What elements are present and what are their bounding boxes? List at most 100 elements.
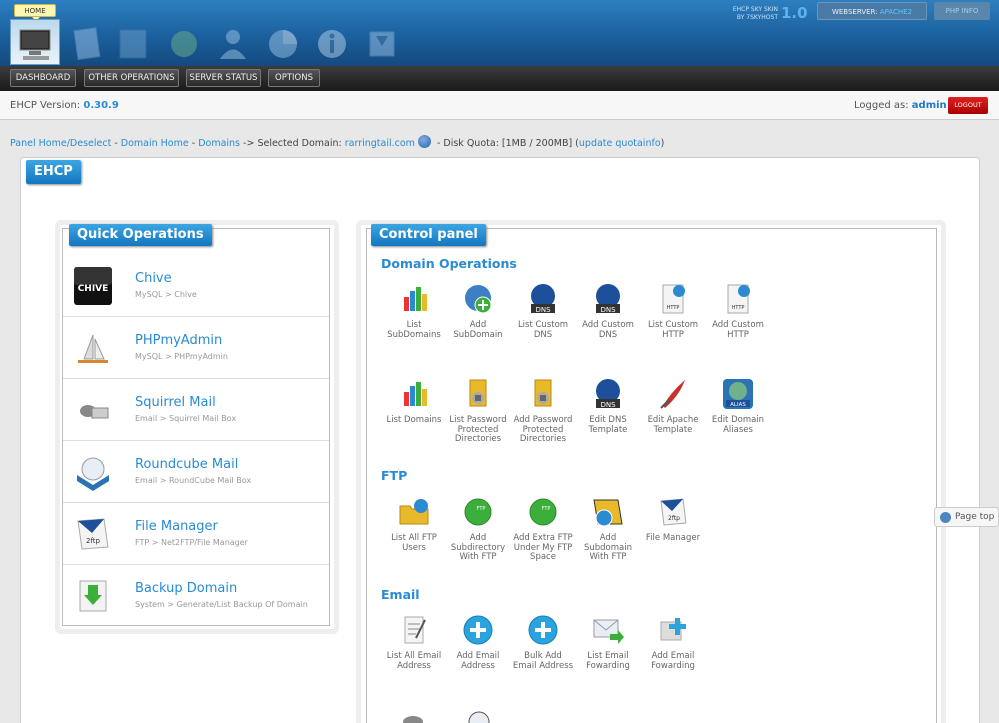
php-info-button[interactable]: PHP INFO <box>934 2 990 20</box>
info-bar: EHCP Version: 0.30.9 Logged as: admin LO… <box>0 91 999 120</box>
add-forward-icon <box>657 614 689 646</box>
backup-icon <box>74 577 112 615</box>
server-icon[interactable] <box>116 26 152 62</box>
svg-text:DNS: DNS <box>600 401 616 409</box>
nav-server-status[interactable]: SERVER STATUS <box>186 69 261 87</box>
logout-button[interactable]: LOGOUT <box>948 97 988 114</box>
home-tab-label[interactable]: HOME <box>14 4 56 21</box>
dns-icon: DNS <box>527 283 559 315</box>
op-list-custom-dns[interactable]: DNS List Custom DNS <box>510 283 576 340</box>
quick-op-phpmyadmin[interactable]: PHPmyAdmin MySQL > PHPmyAdmin <box>63 317 329 379</box>
svg-text:DNS: DNS <box>535 306 551 314</box>
ftp-heading: FTP <box>381 468 408 483</box>
feather-icon <box>657 378 689 410</box>
email-heading: Email <box>381 587 420 602</box>
op-list-subdomains[interactable]: List SubDomains <box>381 283 447 340</box>
svg-text:FTP: FTP <box>542 506 551 512</box>
op-edit-domain-aliases[interactable]: ALIAS Edit Domain Aliases <box>705 378 771 435</box>
skin-version: 1.0 <box>781 4 808 22</box>
arrow-up-icon <box>940 512 951 523</box>
svg-text:HTTP: HTTP <box>732 305 745 311</box>
op-list-email-forwarding[interactable]: List Email Fowarding <box>575 614 641 671</box>
monitor-icon[interactable] <box>10 19 60 65</box>
ftp-icon: FTP <box>527 496 559 528</box>
lock-folder-icon <box>527 378 559 410</box>
op-add-custom-dns[interactable]: DNS Add Custom DNS <box>575 283 641 340</box>
partial-icon[interactable] <box>398 710 428 723</box>
op-ftp-file-manager[interactable]: 2ftp File Manager <box>640 496 706 544</box>
breadcrumb: Panel Home/Deselect - Domain Home - Doma… <box>10 135 664 149</box>
quick-op-backup-domain[interactable]: Backup Domain System > Generate/List Bac… <box>63 565 329 627</box>
op-add-extra-ftp[interactable]: FTP Add Extra FTP Under My FTP Space <box>510 496 576 563</box>
skin-brand: EHCP SKY SKIN BY 7SKYHOST <box>732 6 778 21</box>
op-add-email-forwarding[interactable]: Add Email Fowarding <box>640 614 706 671</box>
dns-icon: DNS <box>592 378 624 410</box>
chive-icon-text: CHIVE <box>78 284 109 294</box>
op-list-domains[interactable]: List Domains <box>381 378 447 426</box>
partial-icon[interactable] <box>464 708 494 723</box>
webserver-button[interactable]: WEBSERVER: APACHE2 <box>817 2 927 20</box>
op-list-custom-http[interactable]: HTTP List Custom HTTP <box>640 283 706 340</box>
nav-other-operations[interactable]: OTHER OPERATIONS <box>84 69 179 87</box>
roundcube-mail-icon <box>74 453 112 491</box>
op-edit-dns-template[interactable]: DNS Edit DNS Template <box>575 378 641 435</box>
globe-icon[interactable] <box>166 26 202 62</box>
breadcrumb-domain-home[interactable]: Domain Home <box>121 138 189 149</box>
breadcrumb-domains[interactable]: Domains <box>198 138 240 149</box>
dns-icon: DNS <box>592 283 624 315</box>
pie-chart-icon[interactable] <box>265 26 301 62</box>
selected-domain-link[interactable]: rarringtail.com <box>345 138 415 149</box>
breadcrumb-panel-home[interactable]: Panel Home/Deselect <box>10 138 111 149</box>
add-circle-icon <box>527 614 559 646</box>
op-add-subdomain[interactable]: Add SubDomain <box>445 283 511 340</box>
quick-op-file-manager[interactable]: 2ftp File Manager FTP > Net2FTP/File Man… <box>63 503 329 565</box>
main-nav: DASHBOARD OTHER OPERATIONS SERVER STATUS… <box>0 66 999 91</box>
svg-text:ALIAS: ALIAS <box>730 402 746 408</box>
quick-operations-list: CHIVE Chive MySQL > Chive PHPmyAdmin MyS… <box>62 228 330 626</box>
op-add-custom-http[interactable]: HTTP Add Custom HTTP <box>705 283 771 340</box>
op-bulk-add-email[interactable]: Bulk Add Email Address <box>510 614 576 671</box>
svg-text:2ftp: 2ftp <box>668 515 680 522</box>
quick-op-chive[interactable]: CHIVE Chive MySQL > Chive <box>63 255 329 317</box>
file-manager-icon: 2ftp <box>74 515 112 553</box>
user-icon[interactable] <box>215 26 251 62</box>
info-icon[interactable] <box>314 26 350 62</box>
add-circle-icon <box>462 614 494 646</box>
bar-chart-icon <box>398 378 430 410</box>
username-link[interactable]: admin <box>912 100 947 111</box>
quick-op-squirrel-mail[interactable]: Squirrel Mail Email > Squirrel Mail Box <box>63 379 329 441</box>
logged-as: Logged as: admin <box>854 100 947 111</box>
document-pen-icon <box>398 614 430 646</box>
op-add-password-protected[interactable]: Add Password Protected Directories <box>510 378 576 445</box>
document-icon[interactable] <box>70 26 106 62</box>
ehcp-version: EHCP Version: 0.30.9 <box>10 100 119 111</box>
squirrel-mail-icon <box>74 391 112 429</box>
file-manager-icon: 2ftp <box>657 496 689 528</box>
op-add-subdirectory-ftp[interactable]: FTP Add Subdirectory With FTP <box>445 496 511 563</box>
op-add-subdomain-ftp[interactable]: Add Subdomain With FTP <box>575 496 641 563</box>
chive-icon: CHIVE <box>74 267 112 305</box>
save-icon[interactable] <box>364 26 400 62</box>
op-list-password-protected[interactable]: List Password Protected Directories <box>445 378 511 445</box>
svg-text:2ftp: 2ftp <box>86 537 101 545</box>
nav-options[interactable]: OPTIONS <box>268 69 320 87</box>
nav-dashboard[interactable]: DASHBOARD <box>10 69 76 87</box>
alias-icon: ALIAS <box>722 378 754 410</box>
svg-text:HTTP: HTTP <box>667 305 680 311</box>
update-quota-link[interactable]: update quotainfo <box>579 138 661 149</box>
domain-operations-heading: Domain Operations <box>381 256 517 271</box>
folder-globe-icon <box>398 496 430 528</box>
op-list-ftp-users[interactable]: List All FTP Users <box>381 496 447 553</box>
control-panel-title: Control panel <box>371 224 486 246</box>
folder-ftp-icon <box>592 496 624 528</box>
phpmyadmin-icon <box>74 329 112 367</box>
top-bar: HOME EHCP SKY SKIN BY 7SKYHOST 1.0 WEBSE… <box>0 0 999 66</box>
svg-text:FTP: FTP <box>477 506 486 512</box>
page-top-button[interactable]: Page top <box>934 507 999 527</box>
quick-op-roundcube-mail[interactable]: Roundcube Mail Email > RoundCube Mail Bo… <box>63 441 329 503</box>
ftp-icon: FTP <box>462 496 494 528</box>
op-edit-apache-template[interactable]: Edit Apache Template <box>640 378 706 435</box>
op-add-email-address[interactable]: Add Email Address <box>445 614 511 671</box>
op-list-email-address[interactable]: List All Email Address <box>381 614 447 671</box>
globe-icon[interactable] <box>417 135 431 148</box>
